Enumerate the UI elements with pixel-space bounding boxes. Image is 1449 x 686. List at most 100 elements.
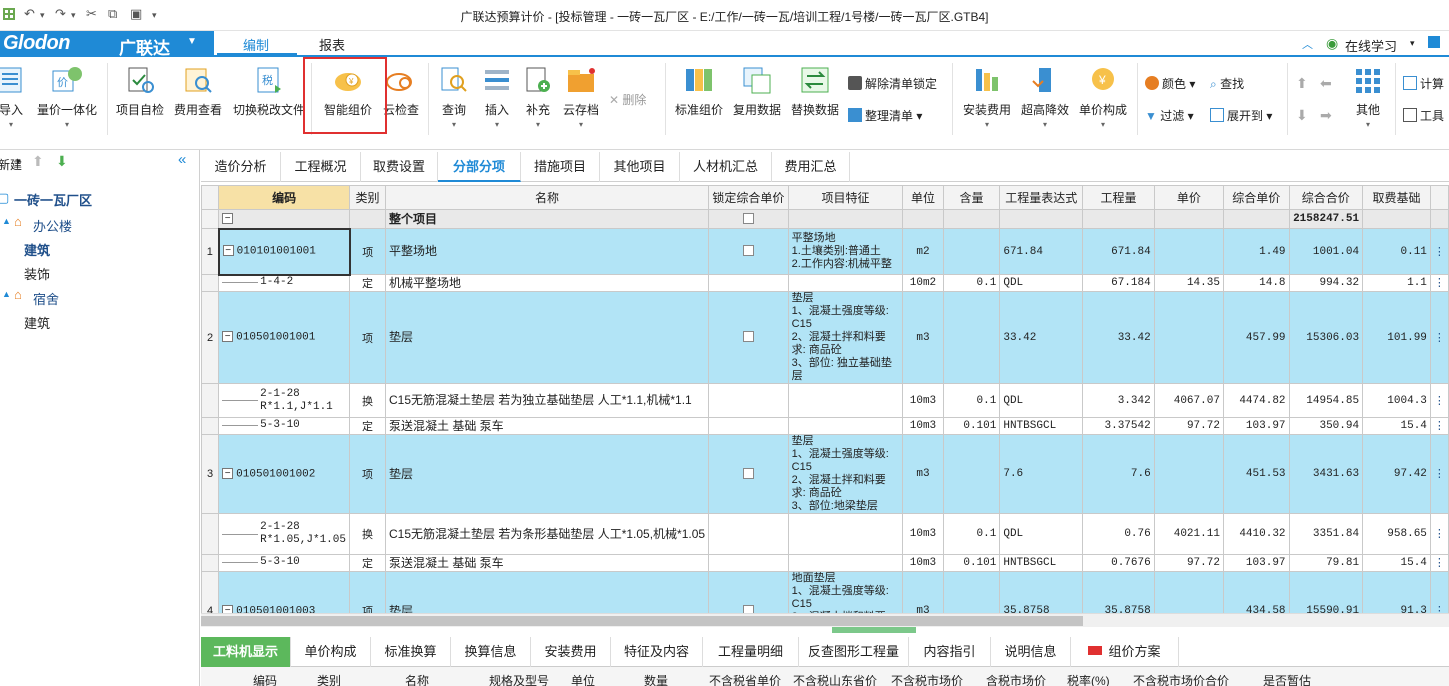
code-cell[interactable]: −010101001001 [217, 227, 351, 276]
unit-price-cell[interactable]: 4021.11 [1153, 513, 1224, 555]
content-cell[interactable] [942, 434, 1001, 514]
lock-cell[interactable] [708, 383, 789, 418]
tree-node-office-decoration[interactable]: 装饰 [24, 264, 50, 283]
quota-row[interactable]: 5-3-10 定泵送混凝土 基础 泵车 10m3 0.101 HNTBSGCL 0.767… [201, 554, 1449, 572]
composite-total-cell[interactable]: 14954.85 [1288, 383, 1364, 418]
qty-expression-cell[interactable]: QDL [999, 274, 1084, 292]
tab-fee-settings[interactable]: 取费设置 [361, 152, 438, 182]
composite-price-cell[interactable]: 1.49 [1222, 228, 1290, 275]
qty-expression-cell[interactable]: 671.84 [999, 228, 1084, 275]
tab-cost-analysis[interactable]: 造价分析 [201, 152, 281, 182]
content-cell[interactable]: 0.1 [942, 383, 1001, 418]
type-cell[interactable]: 项 [348, 228, 387, 275]
tree-node-project[interactable]: 一砖一瓦厂区 [14, 190, 92, 209]
bill-item-row[interactable]: 2−010501001001 项垫层 垫层 1、混凝土强度等级: C15 2、混凝土… [201, 291, 1449, 384]
detail-header-estimate[interactable]: 是否暂估 [1263, 672, 1311, 686]
qty-expression-cell[interactable]: HNTBSGCL [999, 554, 1084, 572]
overflow-cell[interactable]: ⋮ [1429, 513, 1449, 555]
quota-row[interactable]: 5-3-10 定泵送混凝土 基础 泵车 10m3 0.101 HNTBSGCL 3.375… [201, 417, 1449, 435]
tab-labor-material-summary[interactable]: 人材机汇总 [680, 152, 772, 182]
fee-base-cell[interactable]: 101.99 [1362, 291, 1431, 384]
content-cell[interactable] [942, 228, 1001, 275]
tab-fee-summary[interactable]: 费用汇总 [772, 152, 850, 182]
lock-checkbox[interactable] [742, 212, 754, 224]
header-feature[interactable]: 项目特征 [787, 185, 904, 210]
code-cell[interactable]: −010501001001 [218, 291, 350, 384]
menu-tab-report[interactable]: 报表 [319, 35, 345, 54]
unit-price-cell[interactable] [1153, 228, 1224, 275]
composite-price-cell[interactable]: 451.53 [1222, 434, 1290, 514]
detail-header-tax-free-market-price[interactable]: 不含税市场价 [891, 672, 963, 686]
collapse-icon[interactable]: − [222, 245, 234, 257]
panel-splitter[interactable] [832, 627, 916, 633]
content-cell[interactable] [942, 291, 1001, 384]
name-cell[interactable]: C15无筋混凝土垫层 若为独立基础垫层 人工*1.1,机械*1.1 [385, 383, 710, 418]
name-cell[interactable]: 机械平整场地 [385, 274, 710, 292]
feature-cell[interactable]: 平整场地 1.土壤类别:普通土 2.工作内容:机械平整 [787, 228, 904, 275]
btab-feature-content[interactable]: 特征及内容 [611, 637, 703, 667]
detail-header-name[interactable]: 名称 [405, 672, 429, 686]
content-cell[interactable] [942, 571, 1001, 613]
composite-total-cell[interactable]: 994.32 [1288, 274, 1364, 292]
header-unit[interactable]: 单位 [902, 185, 944, 210]
unit-price-cell[interactable]: 97.72 [1153, 417, 1224, 435]
fee-base-cell[interactable]: 1004.3 [1362, 383, 1431, 418]
code-cell[interactable]: 1-4-2 [218, 274, 350, 292]
composite-price-cell[interactable]: 14.8 [1222, 274, 1290, 292]
tree-expand-icon[interactable]: ▢ [0, 190, 9, 206]
composite-price-cell[interactable]: 434.58 [1222, 571, 1290, 613]
code-cell[interactable]: −010501001003 [218, 571, 350, 613]
header-qty-expression[interactable]: 工程量表达式 [999, 185, 1084, 210]
quantity-cell[interactable]: 33.42 [1082, 291, 1155, 384]
detail-header-tax-rate[interactable]: 税率(%) [1067, 672, 1110, 686]
fee-base-cell[interactable]: 15.4 [1362, 554, 1431, 572]
header-type[interactable]: 类别 [348, 185, 387, 210]
unit-price-cell[interactable]: 14.35 [1153, 274, 1224, 292]
row-number[interactable]: 2 [201, 291, 220, 384]
layout-icon[interactable] [1428, 36, 1440, 48]
qty-expression-cell[interactable]: HNTBSGCL [999, 417, 1084, 435]
unit-cell[interactable]: m2 [902, 228, 944, 275]
detail-header-spec[interactable]: 规格及型号 [489, 672, 549, 686]
insert-button[interactable]: 插入 ▾ [477, 61, 517, 131]
expand-to-button[interactable]: 展开到 ▾ [1210, 107, 1272, 124]
composite-price-cell[interactable]: 103.97 [1222, 417, 1290, 435]
bill-item-row[interactable]: 1−010101001001 项平整场地 平整场地 1.土壤类别:普通土 2.工作内… [201, 227, 1449, 276]
collapse-panel-icon[interactable]: « [178, 151, 186, 168]
header-fee-base[interactable]: 取费基础 [1362, 185, 1431, 210]
quantity-cell[interactable]: 67.184 [1082, 274, 1155, 292]
standard-pricing-button[interactable]: 标准组价 [672, 61, 726, 131]
code-cell[interactable]: 2-1-28 R*1.1,J*1.1 [218, 383, 350, 418]
detail-header-unit[interactable]: 单位 [571, 672, 595, 686]
header-quantity[interactable]: 工程量 [1082, 185, 1155, 210]
tidy-list-button[interactable]: 整理清单 ▾ [848, 107, 922, 124]
btab-labor-material[interactable]: 工料机显示 [201, 637, 291, 667]
overflow-cell[interactable]: ⋮ [1429, 228, 1449, 275]
header-composite-price[interactable]: 综合单价 [1222, 185, 1290, 210]
lock-checkbox[interactable] [742, 331, 754, 343]
content-cell[interactable]: 0.1 [942, 513, 1001, 555]
overflow-cell[interactable]: ⋮ [1429, 554, 1449, 572]
tree-toggle-icon[interactable]: ▲ [2, 289, 11, 299]
header-content[interactable]: 含量 [942, 185, 1001, 210]
move-down-icon[interactable]: ⬇ [56, 153, 68, 170]
tab-project-overview[interactable]: 工程概况 [281, 152, 361, 182]
composite-total-cell[interactable]: 1001.04 [1288, 228, 1364, 275]
composite-price-cell[interactable]: 103.97 [1222, 554, 1290, 572]
btab-unit-price[interactable]: 单价构成 [291, 637, 371, 667]
unit-cell[interactable]: 10m3 [902, 554, 944, 572]
new-dropdown-icon[interactable]: ▾ [16, 156, 21, 167]
composite-total-cell[interactable]: 350.94 [1288, 417, 1364, 435]
tools-button[interactable]: 工具 [1403, 107, 1444, 124]
code-cell[interactable]: 2-1-28 R*1.05,J*1.05 [218, 513, 350, 555]
lock-cell[interactable] [708, 554, 789, 572]
content-cell[interactable]: 0.101 [942, 554, 1001, 572]
detail-header-code[interactable]: 编码 [253, 672, 277, 686]
quantity-cell[interactable]: 0.7676 [1082, 554, 1155, 572]
fee-base-cell[interactable]: 0.11 [1362, 228, 1431, 275]
lock-cell[interactable] [708, 571, 789, 613]
fee-base-cell[interactable]: 15.4 [1362, 417, 1431, 435]
quantity-cell[interactable]: 3.342 [1082, 383, 1155, 418]
unit-price-cell[interactable] [1153, 291, 1224, 384]
name-cell[interactable]: 泵送混凝土 基础 泵车 [385, 417, 710, 435]
